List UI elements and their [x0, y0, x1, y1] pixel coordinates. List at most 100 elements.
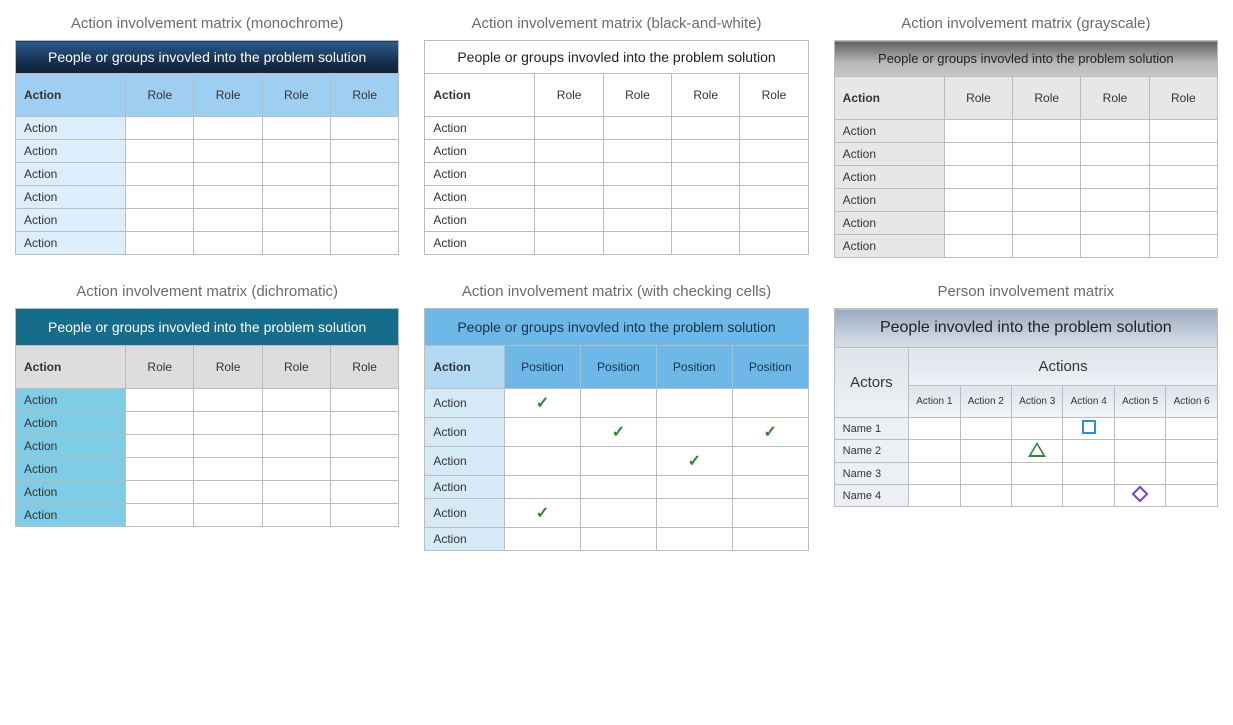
table-row: Action	[425, 209, 808, 232]
action-row-label: Action	[16, 458, 126, 481]
data-cell	[1013, 212, 1081, 235]
data-cell	[262, 232, 330, 255]
data-cell	[194, 140, 262, 163]
action-row-label: Action	[425, 117, 535, 140]
matrix-table: People or groups invovled into the probl…	[834, 40, 1218, 258]
data-cell	[580, 447, 656, 476]
data-cell	[262, 435, 330, 458]
table-row: Action	[425, 163, 808, 186]
role-column-header: Role	[740, 74, 808, 117]
data-cell	[1063, 463, 1114, 485]
panel-monochrome: Action involvement matrix (monochrome) P…	[15, 15, 399, 258]
data-cell	[262, 140, 330, 163]
data-cell	[505, 447, 581, 476]
matrix-header: People or groups invovled into the probl…	[425, 309, 808, 346]
data-cell	[1081, 143, 1149, 166]
data-cell	[535, 232, 603, 255]
data-cell	[1114, 463, 1165, 485]
role-column-header: Role	[194, 74, 262, 117]
table-row: Action✓✓	[425, 418, 808, 447]
action-row-label: Action	[425, 209, 535, 232]
action-row-label: Action	[16, 117, 126, 140]
data-cell	[262, 481, 330, 504]
role-column-header: Role	[603, 74, 671, 117]
check-icon: ✓	[612, 424, 625, 441]
data-cell	[909, 463, 960, 485]
table-row: Action	[425, 232, 808, 255]
table-row: Action✓	[425, 499, 808, 528]
data-cell	[194, 435, 262, 458]
data-cell	[672, 140, 740, 163]
data-cell	[331, 117, 399, 140]
actor-name: Name 3	[834, 463, 908, 485]
actor-name: Name 2	[834, 440, 908, 463]
action-column-header: Action	[16, 346, 126, 389]
action-row-label: Action	[834, 166, 944, 189]
table-row: Action	[16, 435, 399, 458]
data-cell	[1012, 463, 1063, 485]
data-cell	[194, 389, 262, 412]
action-column-header: Action	[16, 74, 126, 117]
data-cell	[262, 186, 330, 209]
data-cell	[194, 209, 262, 232]
matrix-header: People or groups invovled into the probl…	[425, 41, 808, 74]
action-row-label: Action	[425, 389, 505, 418]
data-cell	[1013, 189, 1081, 212]
action-column-header: Action 2	[960, 386, 1011, 418]
data-cell	[126, 117, 194, 140]
table-row: Action✓	[425, 389, 808, 418]
action-row-label: Action	[425, 140, 535, 163]
role-column-header: Role	[262, 346, 330, 389]
table-row: Action	[834, 120, 1217, 143]
matrix-table: People or groups invovled into the probl…	[15, 40, 399, 255]
action-row-label: Action	[425, 232, 535, 255]
data-cell	[580, 528, 656, 551]
table-row: Action	[16, 481, 399, 504]
action-row-label: Action	[834, 143, 944, 166]
data-cell	[330, 389, 398, 412]
data-cell	[580, 389, 656, 418]
data-cell	[1114, 440, 1165, 463]
data-cell	[732, 476, 808, 499]
data-cell	[505, 418, 581, 447]
data-cell	[960, 463, 1011, 485]
data-cell	[1166, 418, 1218, 440]
data-cell	[262, 412, 330, 435]
action-row-label: Action	[834, 212, 944, 235]
role-column-header: Role	[535, 74, 603, 117]
data-cell	[672, 186, 740, 209]
table-row: Action	[425, 140, 808, 163]
data-cell	[126, 209, 194, 232]
matrix-table: People or groups invovled into the probl…	[424, 40, 808, 255]
position-column-header: Position	[732, 346, 808, 389]
actions-group-header: Actions	[909, 348, 1218, 386]
table-row: Action	[425, 117, 808, 140]
action-column-header: Action	[425, 346, 505, 389]
matrix-table: People or groups invovled into the probl…	[15, 308, 399, 527]
action-column-header: Action 3	[1012, 386, 1063, 418]
data-cell	[909, 485, 960, 507]
role-column-header: Role	[944, 77, 1012, 120]
table-row: Action	[834, 235, 1217, 258]
triangle-icon	[1028, 442, 1046, 457]
table-row: Action	[425, 476, 808, 499]
data-cell	[1013, 143, 1081, 166]
data-cell	[262, 389, 330, 412]
data-cell	[1063, 440, 1114, 463]
data-cell	[126, 232, 194, 255]
table-row: Action	[16, 389, 399, 412]
data-cell	[126, 435, 194, 458]
data-cell	[1063, 485, 1114, 507]
data-cell	[535, 163, 603, 186]
table-row: Action	[834, 189, 1217, 212]
table-row: Action	[16, 209, 399, 232]
action-row-label: Action	[16, 481, 126, 504]
data-cell	[603, 163, 671, 186]
data-cell	[194, 186, 262, 209]
data-cell	[603, 232, 671, 255]
table-row: Action	[834, 212, 1217, 235]
table-row: Name 2	[834, 440, 1217, 463]
data-cell: ✓	[580, 418, 656, 447]
data-cell	[331, 163, 399, 186]
data-cell	[331, 232, 399, 255]
